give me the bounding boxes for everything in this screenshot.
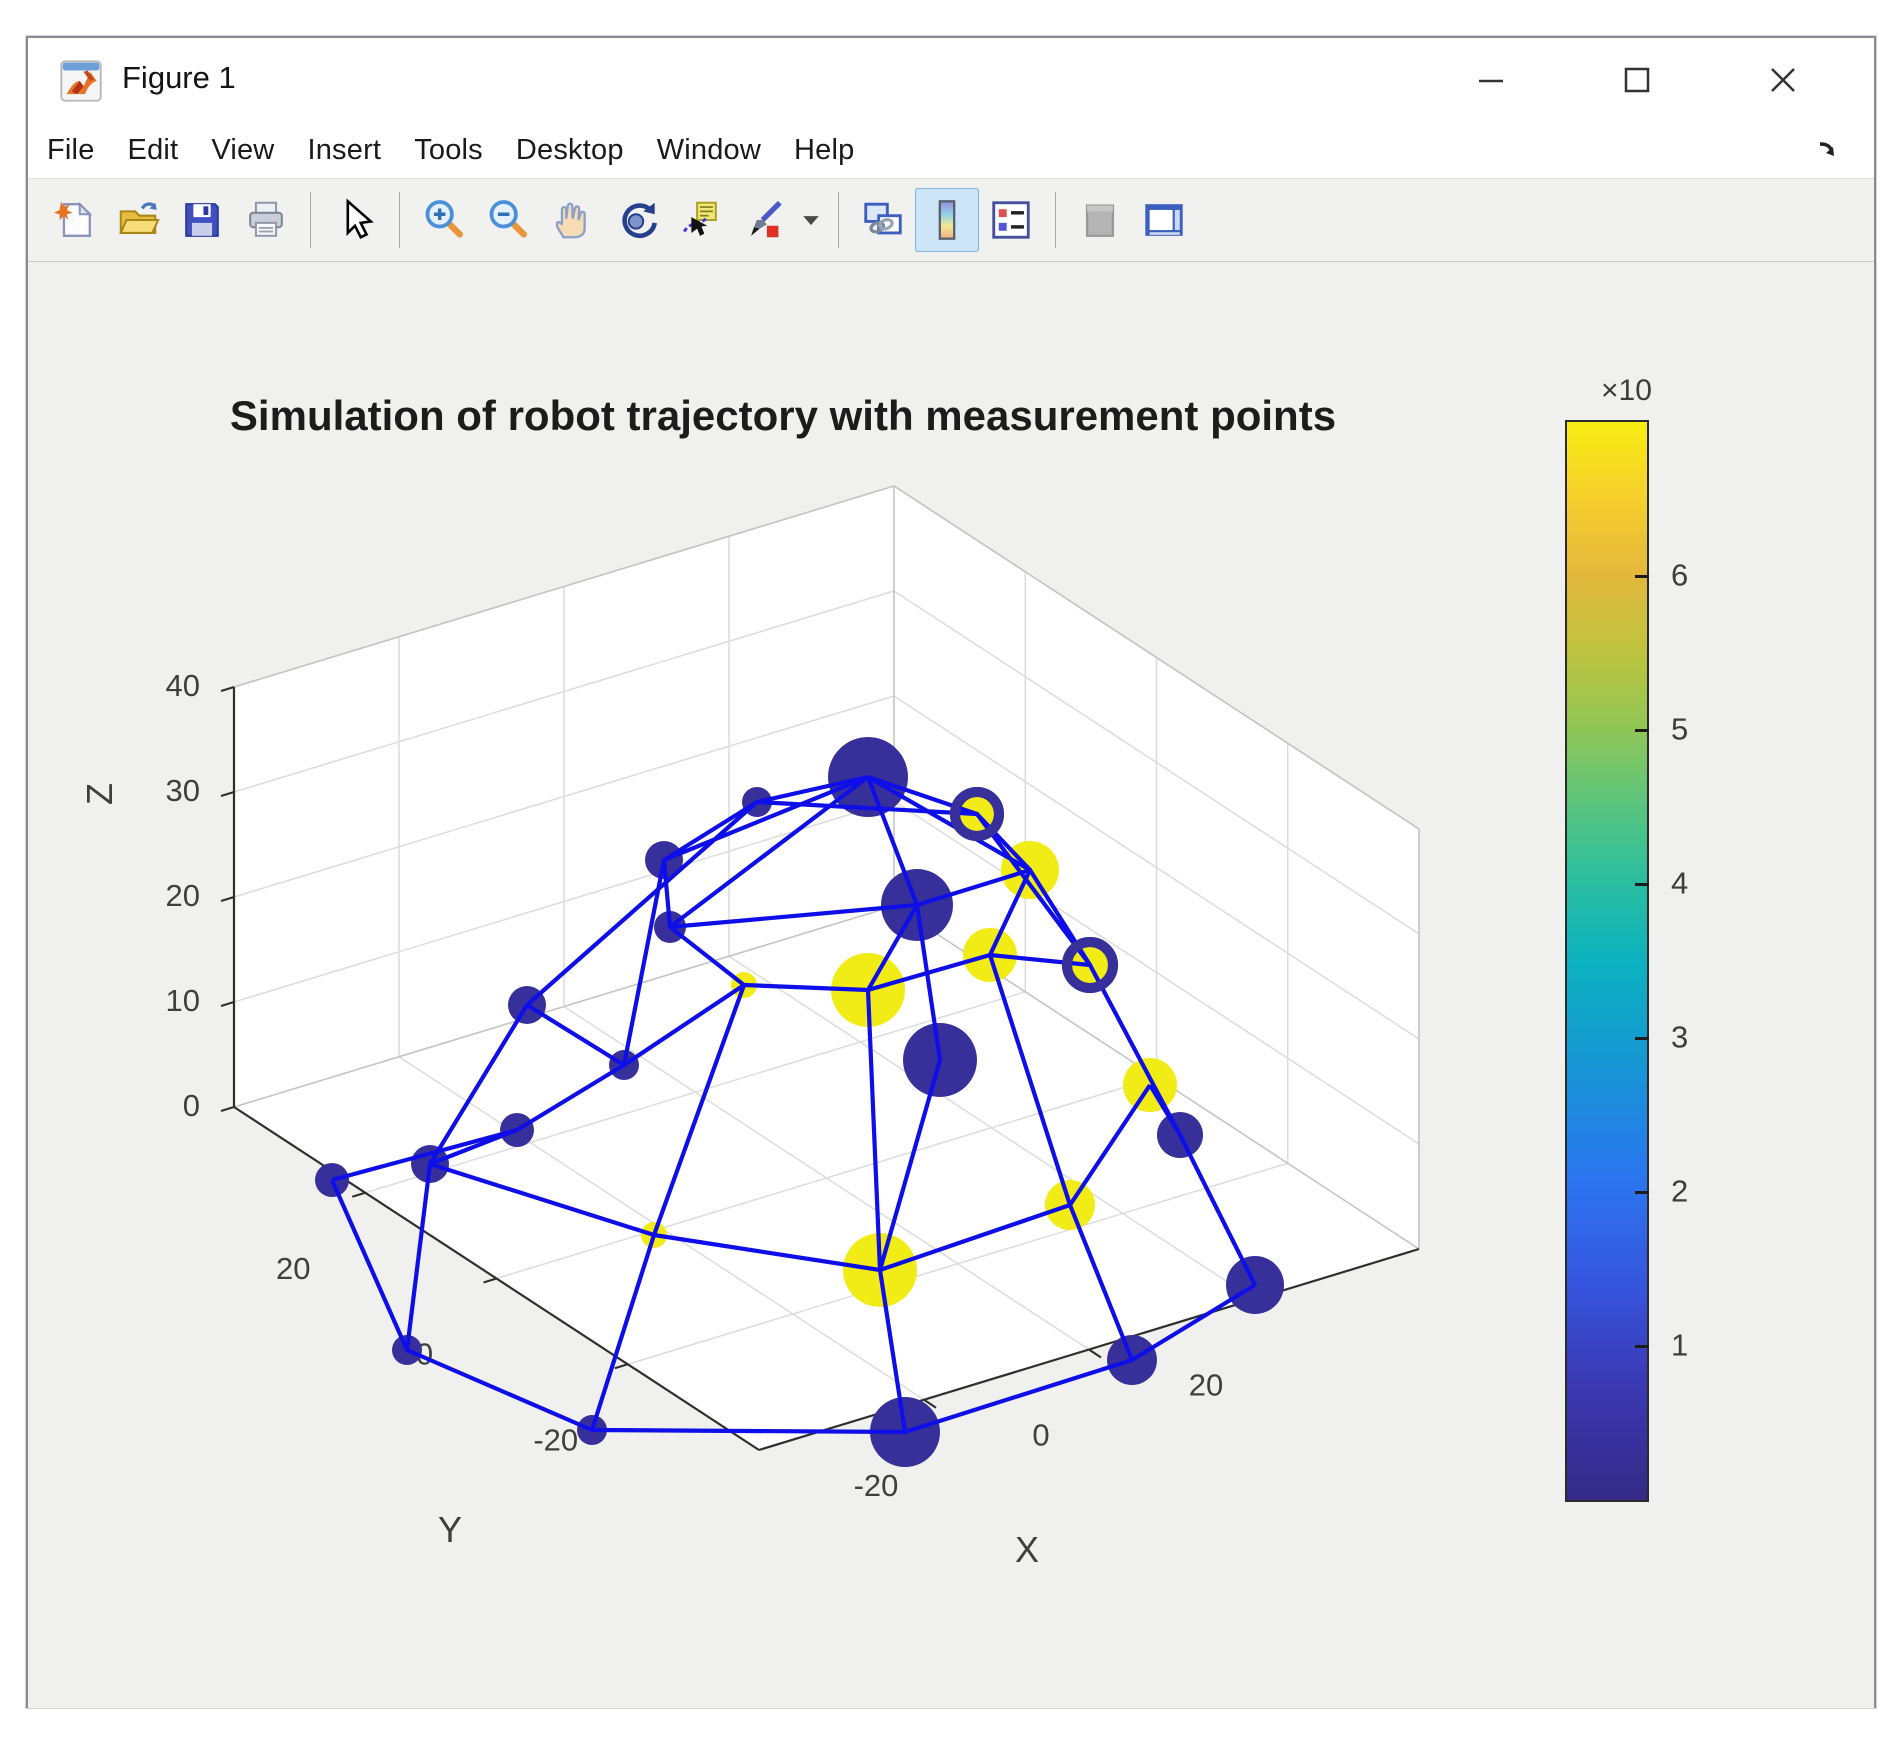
colorbar: ×10 123456 <box>1565 420 1765 1502</box>
dock-figure-arrow-icon[interactable] <box>1812 134 1846 168</box>
title-bar[interactable]: Figure 1 <box>28 38 1874 122</box>
brush-dropdown-button[interactable] <box>796 188 826 252</box>
link-plot-button[interactable] <box>851 188 915 252</box>
axis-label-y: Y <box>438 1509 462 1550</box>
axis-tick-label: -20 <box>533 1422 578 1457</box>
colorbar-tick-label: 5 <box>1671 711 1688 747</box>
edit-plot-button[interactable] <box>323 188 387 252</box>
minimize-button[interactable] <box>1418 38 1564 122</box>
close-icon <box>1765 62 1801 98</box>
zoom-in-button[interactable] <box>412 188 476 252</box>
colorbar-tick <box>1635 1037 1649 1040</box>
colorbar-tick <box>1635 1345 1649 1348</box>
colorbar-tick <box>1635 729 1649 732</box>
open-folder-icon <box>115 197 161 243</box>
new-document-icon <box>51 197 97 243</box>
figure-toolbar <box>28 178 1874 262</box>
printer-icon <box>243 197 289 243</box>
colorbar-gradient: 123456 <box>1565 420 1649 1502</box>
axis-tick <box>221 1002 234 1006</box>
colorbar-multiplier-label: ×10 <box>1601 374 1652 408</box>
insert-legend-button[interactable] <box>979 188 1043 252</box>
legend-icon <box>988 197 1034 243</box>
matlab-icon <box>60 60 102 102</box>
colorbar-tick <box>1635 1191 1649 1194</box>
menu-item-desktop[interactable]: Desktop <box>516 134 624 167</box>
menu-bar: File Edit View Insert Tools Desktop Window Help <box>28 122 1874 178</box>
axis-tick <box>221 792 234 796</box>
colorbar-tick <box>1635 883 1649 886</box>
rotate-3d-icon <box>613 197 659 243</box>
colorbar-tick-label: 4 <box>1671 865 1688 901</box>
dropdown-caret-icon <box>802 213 820 227</box>
open-file-button[interactable] <box>106 188 170 252</box>
pan-button[interactable] <box>540 188 604 252</box>
menu-item-tools[interactable]: Tools <box>414 134 483 167</box>
brush-icon <box>741 197 787 243</box>
menu-item-insert[interactable]: Insert <box>307 134 381 167</box>
hide-plot-tools-icon <box>1077 197 1123 243</box>
axis-label-x: X <box>1015 1529 1039 1570</box>
colorbar-tick-label: 1 <box>1671 1327 1688 1363</box>
axis-tick-label: 10 <box>166 983 200 1018</box>
data-cursor-icon <box>677 197 723 243</box>
insert-colorbar-button[interactable] <box>915 188 979 252</box>
colorbar-tick-label: 2 <box>1671 1173 1688 1209</box>
link-plot-icon <box>860 197 906 243</box>
show-plot-tools-button[interactable] <box>1132 188 1196 252</box>
brush-data-button[interactable] <box>732 188 796 252</box>
pan-hand-icon <box>549 197 595 243</box>
axis-tick <box>1089 1350 1101 1358</box>
toolbar-separator <box>838 192 839 248</box>
axis-tick-label: 20 <box>276 1251 310 1286</box>
axis-tick-label: 30 <box>166 773 200 808</box>
axis-tick-label: 40 <box>166 668 200 703</box>
axis-tick <box>221 687 234 691</box>
menu-item-file[interactable]: File <box>47 134 95 167</box>
axis-label-z: Z <box>79 783 120 805</box>
menu-item-help[interactable]: Help <box>794 134 854 167</box>
cursor-arrow-icon <box>332 197 378 243</box>
menu-item-edit[interactable]: Edit <box>128 134 179 167</box>
print-figure-button[interactable] <box>234 188 298 252</box>
menu-item-window[interactable]: Window <box>657 134 761 167</box>
colorbar-tick <box>1635 575 1649 578</box>
window-title: Figure 1 <box>122 60 236 96</box>
show-plot-tools-icon <box>1141 197 1187 243</box>
maximize-icon <box>1620 63 1654 97</box>
axis-tick <box>352 1193 365 1197</box>
toolbar-separator <box>399 192 400 248</box>
axis-tick <box>484 1279 497 1283</box>
maximize-button[interactable] <box>1564 38 1710 122</box>
figure-canvas: Simulation of robot trajectory with meas… <box>28 262 1874 1708</box>
axis-tick <box>221 1107 234 1111</box>
axis-tick-label: 0 <box>183 1088 200 1123</box>
colorbar-tick-label: 6 <box>1671 557 1688 593</box>
figure-window: Figure 1 File Edit View Insert Tools Desktop W… <box>26 36 1876 1708</box>
close-button[interactable] <box>1710 38 1856 122</box>
save-figure-button[interactable] <box>170 188 234 252</box>
axis-tick <box>615 1364 628 1368</box>
menu-item-view[interactable]: View <box>211 134 274 167</box>
colorbar-icon <box>924 197 970 243</box>
data-tips-button[interactable] <box>668 188 732 252</box>
colorbar-tick-label: 3 <box>1671 1019 1688 1055</box>
axis-tick-label: -20 <box>854 1468 899 1503</box>
zoom-out-button[interactable] <box>476 188 540 252</box>
toolbar-separator <box>1055 192 1056 248</box>
new-figure-button[interactable] <box>42 188 106 252</box>
minimize-icon <box>1474 63 1508 97</box>
axis-tick-label: 20 <box>166 878 200 913</box>
zoom-out-icon <box>485 197 531 243</box>
save-floppy-icon <box>179 197 225 243</box>
axis-tick-label: 20 <box>1189 1367 1223 1402</box>
axis-tick <box>221 897 234 901</box>
hide-plot-tools-button[interactable] <box>1068 188 1132 252</box>
axis-tick-label: 0 <box>1032 1418 1049 1453</box>
toolbar-separator <box>310 192 311 248</box>
rotate-3d-button[interactable] <box>604 188 668 252</box>
zoom-in-icon <box>421 197 467 243</box>
